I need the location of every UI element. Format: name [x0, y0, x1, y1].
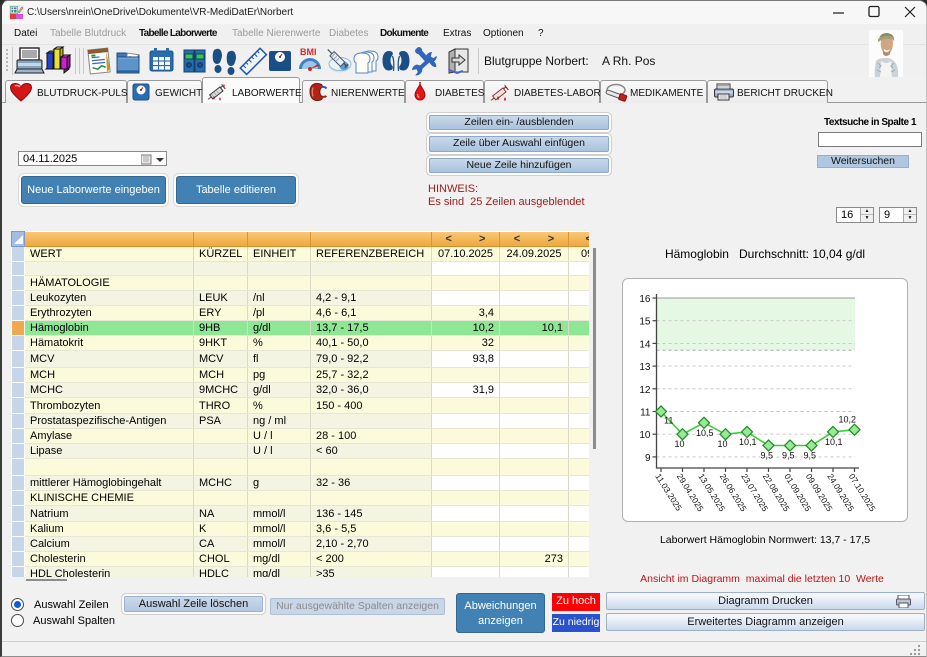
- svg-text:10: 10: [675, 439, 685, 449]
- svg-text:13: 13: [639, 362, 651, 373]
- svg-text:10,5: 10,5: [696, 428, 714, 438]
- svg-text:14: 14: [639, 339, 651, 350]
- svg-text:10,1: 10,1: [739, 437, 757, 447]
- svg-text:11: 11: [640, 408, 651, 419]
- svg-text:9,5: 9,5: [761, 451, 774, 461]
- svg-text:16: 16: [639, 294, 651, 305]
- svg-text:9,5: 9,5: [804, 451, 817, 461]
- svg-text:10,1: 10,1: [825, 437, 843, 447]
- svg-text:10: 10: [718, 439, 728, 449]
- svg-text:12: 12: [639, 385, 651, 396]
- svg-text:9: 9: [645, 453, 651, 464]
- svg-text:BMI: BMI: [300, 47, 317, 57]
- svg-text:10,2: 10,2: [839, 415, 857, 425]
- svg-text:9,5: 9,5: [782, 451, 795, 461]
- svg-text:15: 15: [639, 317, 651, 328]
- svg-text:11: 11: [664, 416, 673, 426]
- svg-text:10: 10: [639, 430, 651, 441]
